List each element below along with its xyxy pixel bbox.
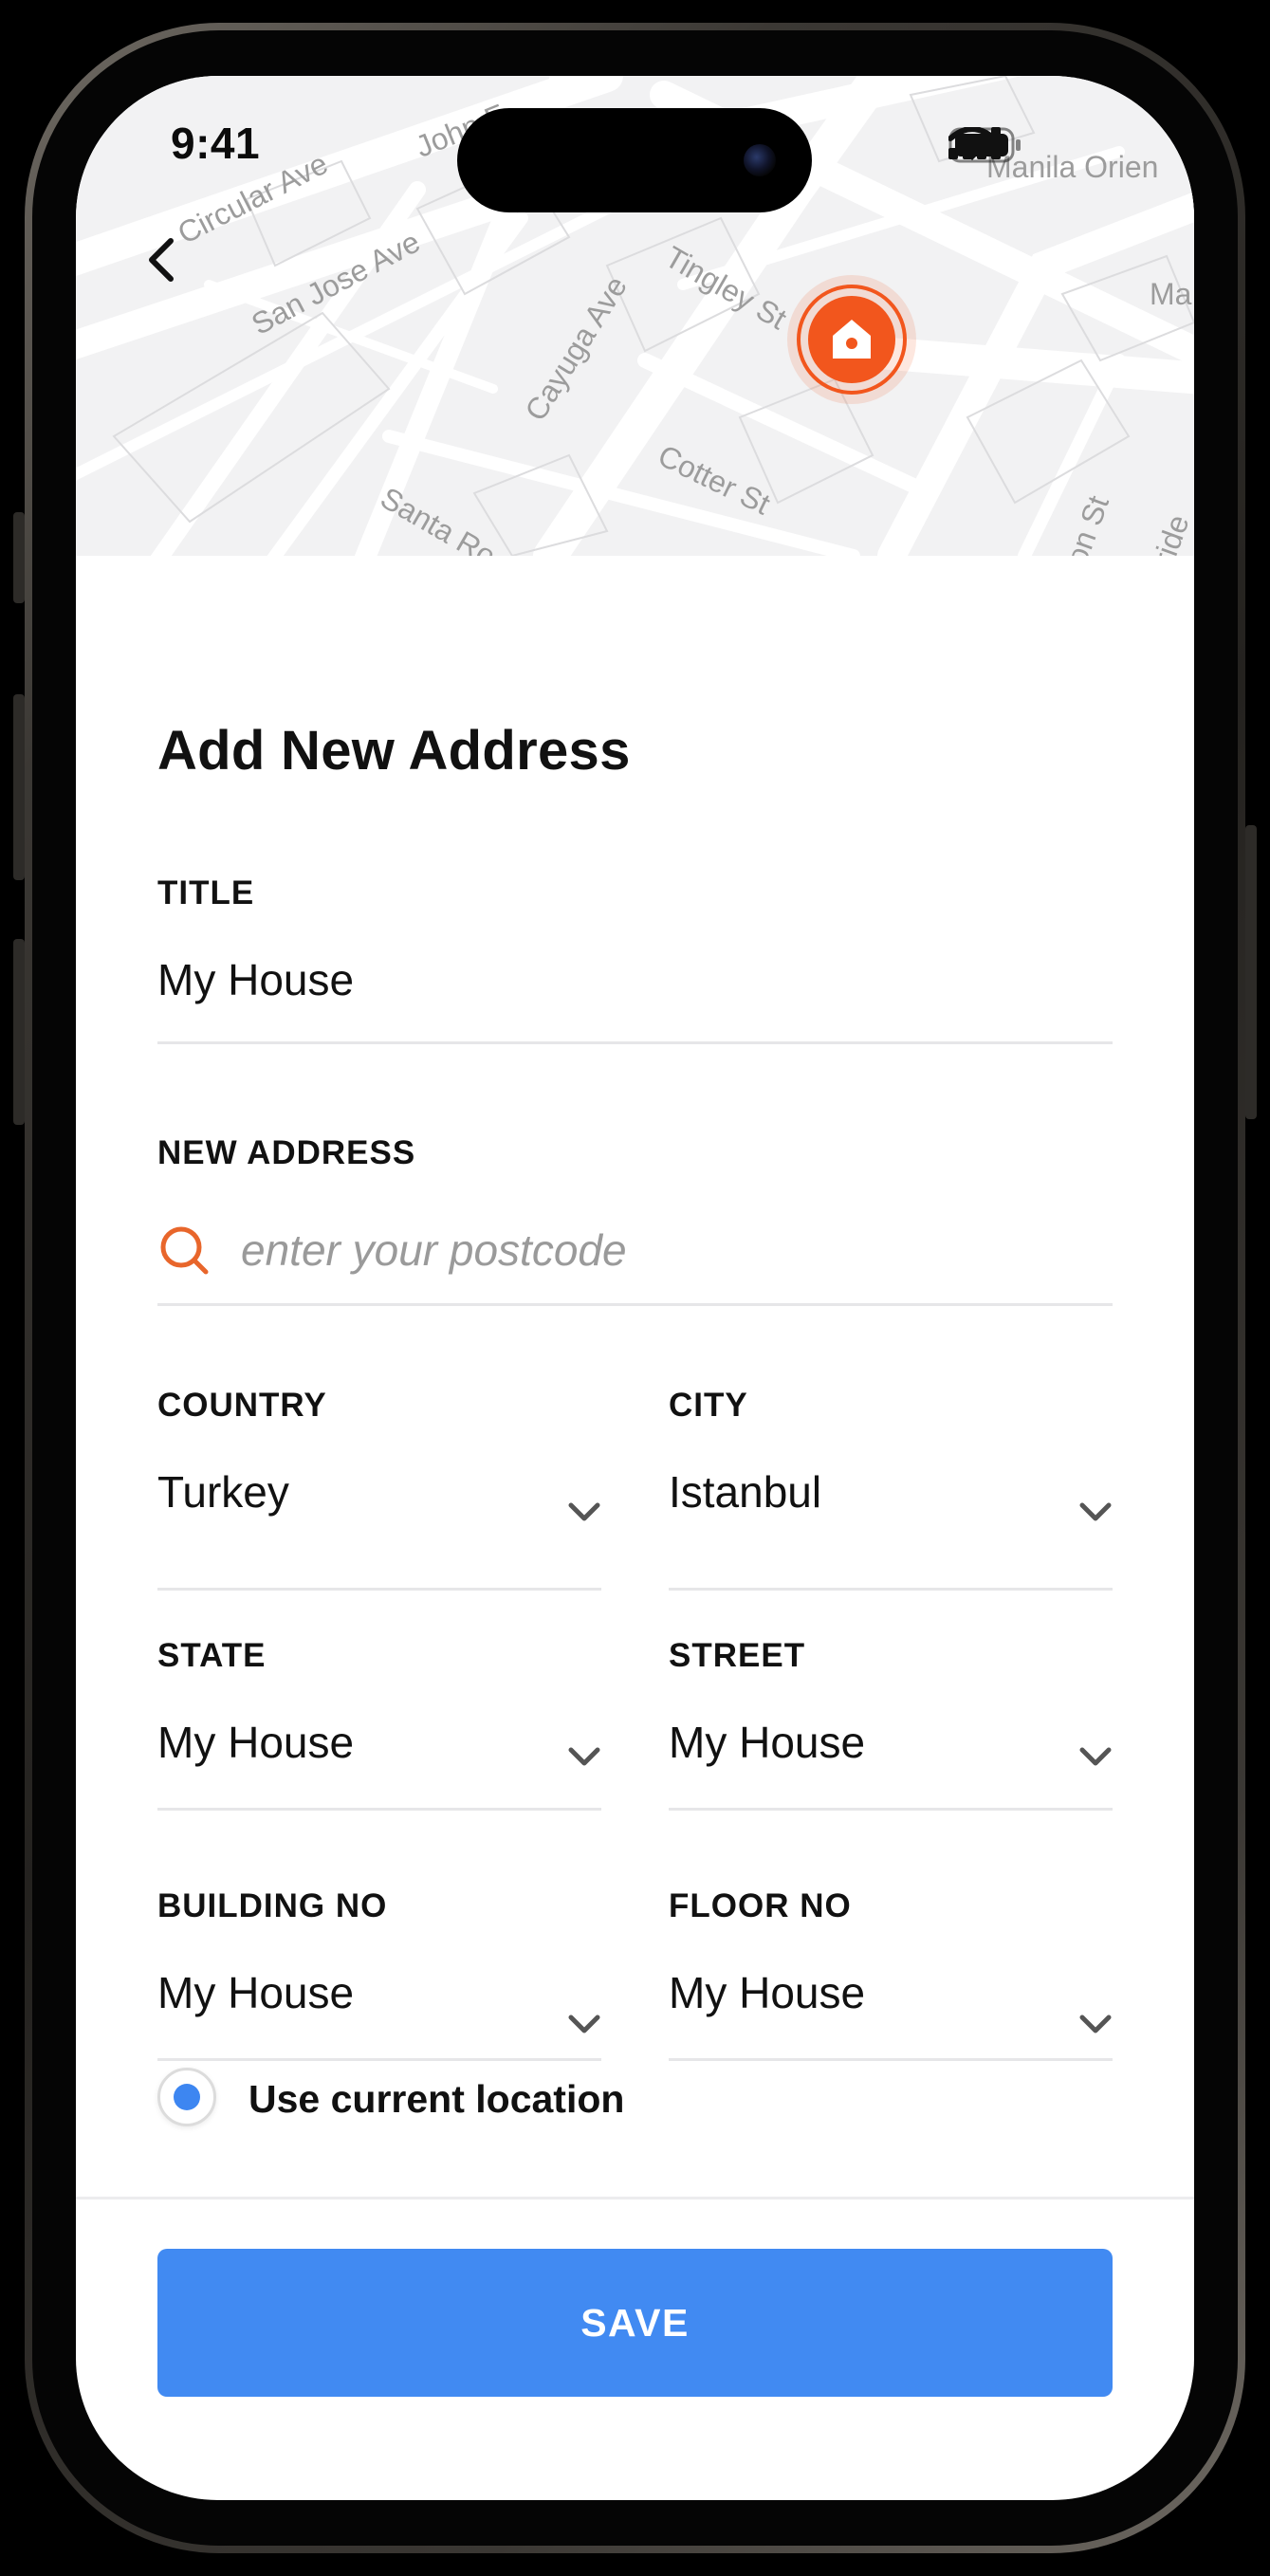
city-value: Istanbul	[669, 1467, 822, 1517]
chevron-down-icon	[1079, 2015, 1112, 2033]
page-title: Add New Address	[157, 720, 631, 782]
title-field[interactable]: TITLE My House	[157, 874, 1113, 1045]
chevron-left-icon	[149, 238, 174, 282]
postcode-input[interactable]	[241, 1222, 1076, 1279]
floor-no-value: My House	[669, 1968, 866, 2017]
state-label: STATE	[157, 1637, 267, 1674]
new-address-label: NEW ADDRESS	[157, 1134, 416, 1171]
state-select[interactable]: STATE My House	[157, 1637, 601, 1817]
back-button[interactable]	[142, 237, 218, 313]
building-no-value: My House	[157, 1968, 355, 2017]
floor-no-label: FLOOR NO	[669, 1887, 852, 1924]
state-underline	[157, 1808, 601, 1811]
map-street-label: Ma	[1150, 277, 1192, 311]
chevron-down-icon	[1079, 1502, 1112, 1521]
chevron-down-icon	[568, 1502, 600, 1521]
street-underline	[669, 1808, 1113, 1811]
chevron-down-icon	[568, 1747, 600, 1766]
chevron-down-icon	[1079, 1747, 1112, 1766]
dynamic-island	[457, 108, 812, 212]
city-underline	[669, 1588, 1113, 1591]
front-camera-icon	[744, 144, 776, 176]
volume-down-button	[13, 939, 25, 1125]
street-label: STREET	[669, 1637, 806, 1674]
state-value: My House	[157, 1718, 355, 1767]
home-location-pin[interactable]	[785, 273, 918, 406]
country-underline	[157, 1588, 601, 1591]
radio-selected-dot	[174, 2084, 200, 2110]
save-button[interactable]: SAVE	[157, 2249, 1113, 2397]
building-no-underline	[157, 2058, 601, 2061]
bottom-divider	[76, 2197, 1194, 2199]
title-underline	[157, 1041, 1113, 1044]
app-screen: Circular Ave John F San Jose Ave Tingley…	[76, 76, 1194, 2500]
new-address-underline	[157, 1303, 1113, 1306]
city-select[interactable]: CITY Istanbul	[669, 1387, 1113, 1595]
map-view[interactable]: Circular Ave John F San Jose Ave Tingley…	[76, 76, 1194, 556]
power-button	[1245, 825, 1257, 1119]
title-label: TITLE	[157, 874, 255, 911]
city-label: CITY	[669, 1387, 748, 1424]
home-icon	[787, 275, 916, 404]
use-current-location-label[interactable]: Use current location	[248, 2077, 624, 2122]
title-value[interactable]: My House	[157, 954, 354, 1005]
street-select[interactable]: STREET My House	[669, 1637, 1113, 1817]
chevron-down-icon	[568, 2015, 600, 2033]
battery-icon	[948, 127, 1021, 163]
floor-no-underline	[669, 2058, 1113, 2061]
status-time: 9:41	[171, 119, 261, 168]
street-value: My House	[669, 1718, 866, 1767]
building-no-label: BUILDING NO	[157, 1887, 388, 1924]
volume-up-button	[13, 694, 25, 880]
action-button	[13, 512, 25, 603]
country-value: Turkey	[157, 1467, 289, 1517]
new-address-field: NEW ADDRESS	[157, 1134, 1113, 1306]
use-current-location-radio[interactable]	[157, 2068, 216, 2126]
building-no-select[interactable]: BUILDING NO My House	[157, 1887, 601, 2068]
country-select[interactable]: COUNTRY Turkey	[157, 1387, 601, 1595]
search-icon	[160, 1226, 209, 1275]
floor-no-select[interactable]: FLOOR NO My House	[669, 1887, 1113, 2068]
country-label: COUNTRY	[157, 1387, 327, 1424]
